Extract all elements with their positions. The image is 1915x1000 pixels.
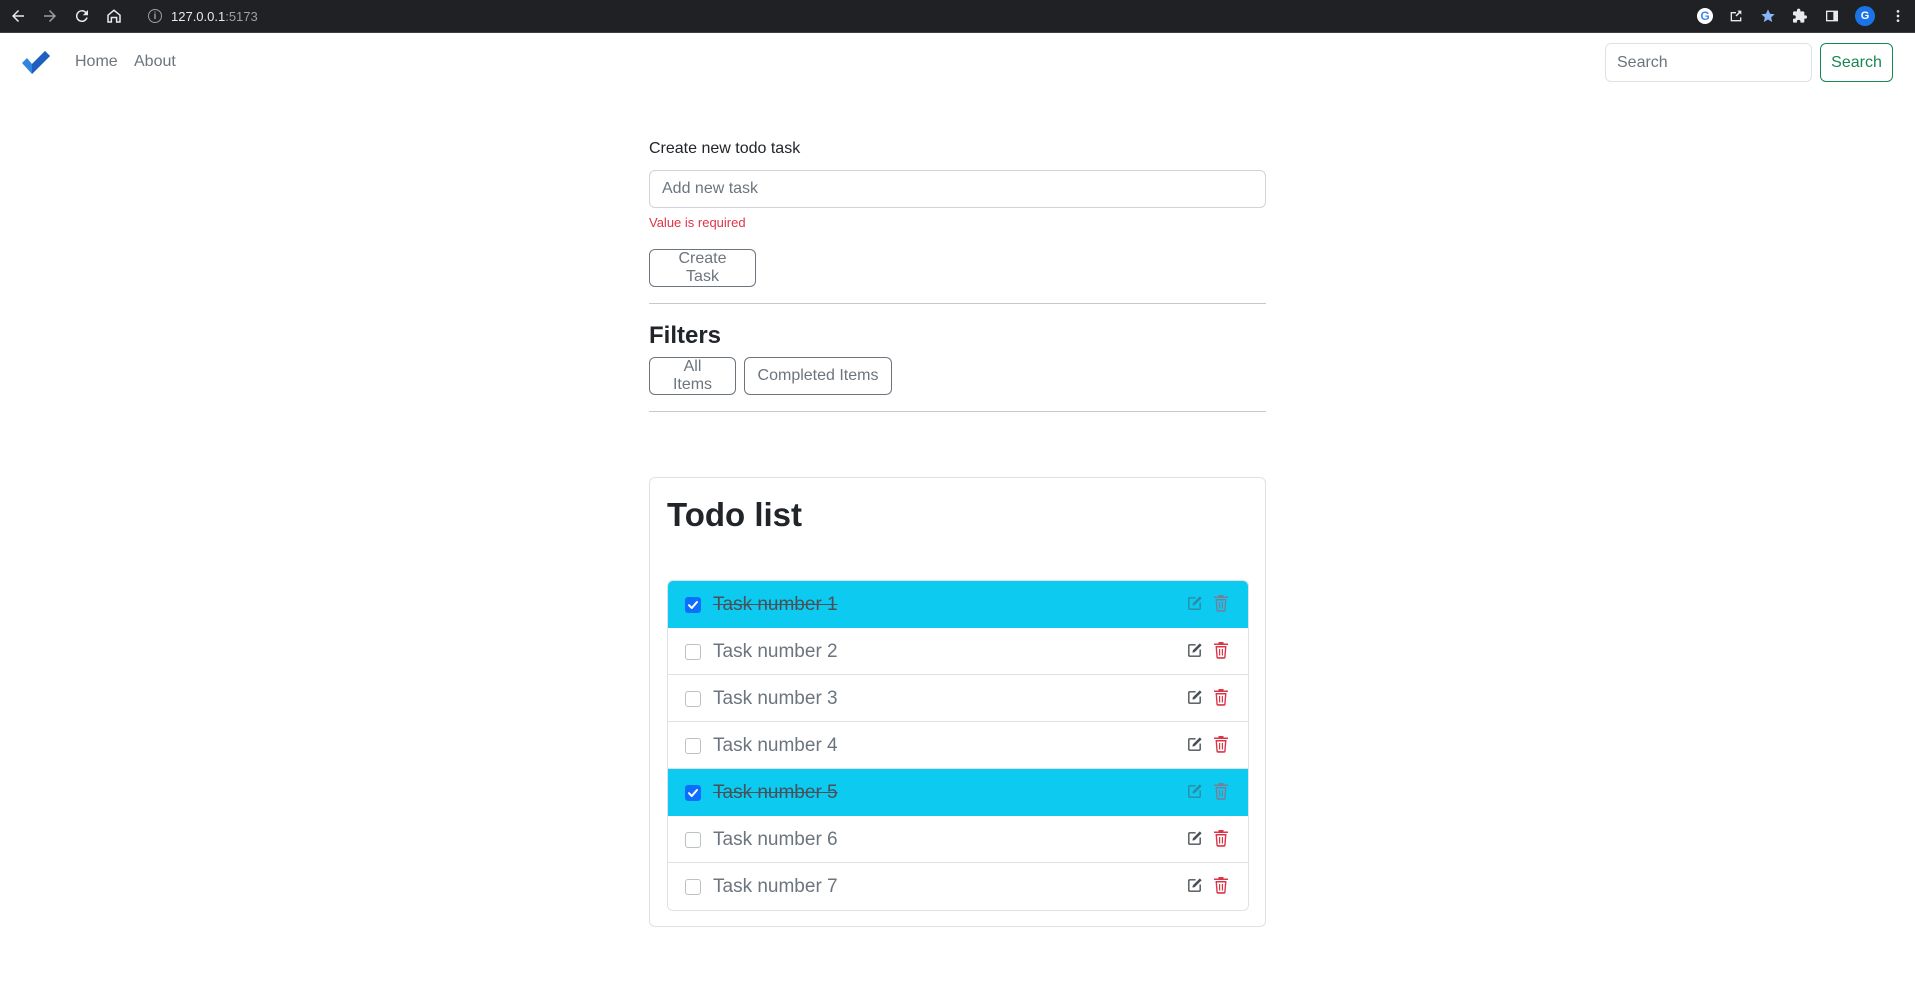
avatar[interactable]: G bbox=[1855, 6, 1875, 26]
trash-icon[interactable] bbox=[1213, 641, 1229, 659]
validation-error: Value is required bbox=[649, 215, 746, 230]
task-label: Task number 6 bbox=[713, 829, 838, 850]
trash-icon[interactable] bbox=[1213, 735, 1229, 753]
browser-actions: G G bbox=[1697, 4, 1907, 28]
trash-icon[interactable] bbox=[1213, 829, 1229, 847]
create-task-label: Create new todo task bbox=[649, 140, 801, 157]
extensions-icon[interactable] bbox=[1791, 7, 1809, 25]
list-item: Task number 7 bbox=[668, 863, 1248, 910]
task-checkbox[interactable] bbox=[685, 832, 701, 848]
list-item: Task number 2 bbox=[668, 628, 1248, 675]
filter-completed-button[interactable]: Completed Items bbox=[744, 357, 892, 395]
edit-icon[interactable] bbox=[1186, 830, 1203, 847]
task-checkbox[interactable] bbox=[685, 785, 701, 801]
list-item: Task number 3 bbox=[668, 675, 1248, 722]
edit-icon[interactable] bbox=[1186, 689, 1203, 706]
task-checkbox[interactable] bbox=[685, 644, 701, 660]
task-label: Task number 7 bbox=[713, 876, 838, 897]
task-label: Task number 3 bbox=[713, 688, 838, 709]
edit-icon[interactable] bbox=[1186, 642, 1203, 659]
info-icon[interactable]: i bbox=[148, 9, 162, 23]
edit-icon[interactable] bbox=[1186, 877, 1203, 894]
edit-icon[interactable] bbox=[1186, 783, 1203, 800]
back-icon[interactable] bbox=[5, 4, 31, 28]
divider bbox=[649, 303, 1266, 304]
new-task-input[interactable] bbox=[649, 170, 1266, 208]
filter-all-button[interactable]: All Items bbox=[649, 357, 736, 395]
menu-icon[interactable] bbox=[1889, 7, 1907, 25]
divider bbox=[649, 411, 1266, 412]
task-label: Task number 5 bbox=[713, 782, 838, 803]
address-bar[interactable]: i 127.0.0.1 :5173 bbox=[138, 3, 1698, 29]
task-checkbox[interactable] bbox=[685, 597, 701, 613]
task-checkbox[interactable] bbox=[685, 879, 701, 895]
nav-home-link[interactable]: Home bbox=[75, 53, 118, 71]
task-checkbox[interactable] bbox=[685, 738, 701, 754]
trash-icon[interactable] bbox=[1213, 876, 1229, 894]
star-icon[interactable] bbox=[1759, 7, 1777, 25]
search-input[interactable] bbox=[1605, 43, 1812, 82]
task-label: Task number 4 bbox=[713, 735, 838, 756]
trash-icon[interactable] bbox=[1213, 594, 1229, 612]
filters-heading: Filters bbox=[649, 322, 722, 349]
todo-card: Todo list Task number 1 Task number 2 Task… bbox=[649, 477, 1266, 927]
reload-icon[interactable] bbox=[69, 4, 95, 28]
todo-list: Task number 1 Task number 2 Task number 3 T… bbox=[667, 580, 1249, 911]
edit-icon[interactable] bbox=[1186, 736, 1203, 753]
list-item: Task number 6 bbox=[668, 816, 1248, 863]
sidepanel-icon[interactable] bbox=[1823, 7, 1841, 25]
browser-toolbar: i 127.0.0.1 :5173 G G bbox=[0, 0, 1915, 33]
edit-icon[interactable] bbox=[1186, 595, 1203, 612]
url-host: 127.0.0.1 bbox=[171, 8, 226, 24]
brand-check-icon[interactable] bbox=[20, 50, 52, 76]
url-port: :5173 bbox=[225, 8, 258, 24]
forward-icon[interactable] bbox=[37, 4, 63, 28]
list-item: Task number 5 bbox=[668, 769, 1248, 816]
search-button[interactable]: Search bbox=[1820, 43, 1893, 82]
task-checkbox[interactable] bbox=[685, 691, 701, 707]
task-label: Task number 1 bbox=[713, 594, 838, 615]
home-icon[interactable] bbox=[101, 4, 127, 28]
trash-icon[interactable] bbox=[1213, 688, 1229, 706]
app-navbar: Home About Search bbox=[0, 33, 1915, 91]
nav-about-link[interactable]: About bbox=[134, 53, 176, 71]
create-task-button[interactable]: Create Task bbox=[649, 249, 756, 287]
todo-list-title: Todo list bbox=[667, 496, 803, 533]
task-label: Task number 2 bbox=[713, 641, 838, 662]
list-item: Task number 1 bbox=[668, 581, 1248, 628]
share-icon[interactable] bbox=[1727, 7, 1745, 25]
list-item: Task number 4 bbox=[668, 722, 1248, 769]
google-icon[interactable]: G bbox=[1697, 8, 1713, 24]
trash-icon[interactable] bbox=[1213, 782, 1229, 800]
